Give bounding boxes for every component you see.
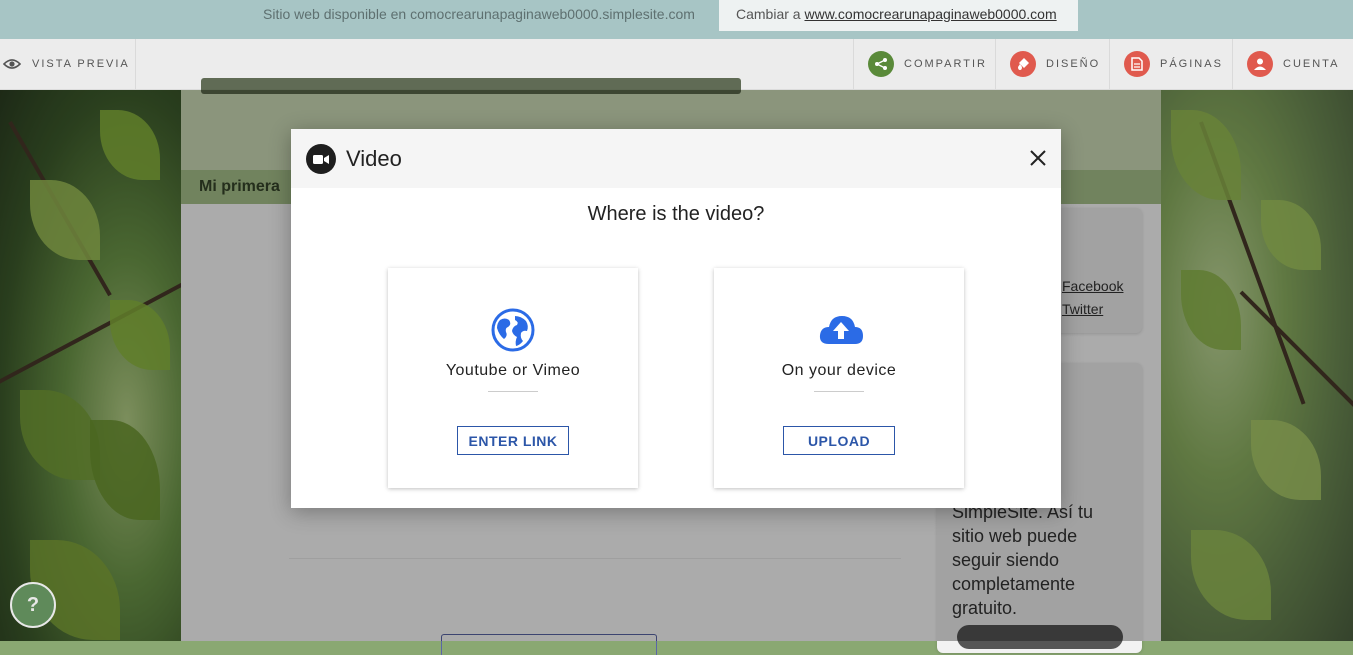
design-label: DISEÑO	[1046, 58, 1101, 70]
upload-button[interactable]: UPLOAD	[783, 426, 895, 455]
page-icon	[1124, 51, 1150, 77]
account-button[interactable]: CUENTA	[1232, 39, 1353, 89]
change-domain-prefix: Cambiar a	[736, 6, 801, 22]
cloud-upload-icon	[817, 308, 863, 352]
preview-button[interactable]: VISTA PREVIA	[0, 39, 136, 89]
video-camera-icon	[306, 144, 336, 174]
option-label: Youtube or Vimeo	[445, 362, 581, 379]
pages-button[interactable]: PÁGINAS	[1109, 39, 1232, 89]
option-divider	[488, 391, 538, 392]
share-label: COMPARTIR	[904, 58, 987, 70]
globe-icon	[491, 308, 535, 352]
option-label: On your device	[781, 362, 897, 379]
account-label: CUENTA	[1283, 58, 1340, 70]
change-domain-link[interactable]: www.comocrearunapaginaweb0000.com	[804, 6, 1056, 22]
site-available-bar: Sitio web disponible en comocrearunapagi…	[0, 0, 1353, 39]
preview-label: VISTA PREVIA	[32, 58, 130, 70]
site-available-text: Sitio web disponible en comocrearunapagi…	[263, 6, 695, 22]
design-button[interactable]: DISEÑO	[995, 39, 1109, 89]
share-button[interactable]: COMPARTIR	[853, 39, 995, 89]
user-icon	[1247, 51, 1273, 77]
close-icon[interactable]	[1028, 148, 1048, 168]
option-youtube-vimeo[interactable]: Youtube or Vimeo ENTER LINK	[388, 268, 638, 488]
option-upload-device[interactable]: On your device UPLOAD	[714, 268, 964, 488]
dialog-question: Where is the video?	[587, 203, 765, 225]
pages-label: PÁGINAS	[1160, 58, 1223, 70]
change-domain-box[interactable]: Cambiar a www.comocrearunapaginaweb0000.…	[719, 0, 1078, 31]
paint-bucket-icon	[1010, 51, 1036, 77]
help-button[interactable]: ?	[10, 582, 56, 628]
dialog-header: Video	[291, 129, 1061, 188]
video-dialog: Video Where is the video? Youtube or Vim…	[291, 129, 1061, 508]
eye-icon	[3, 58, 21, 70]
share-icon	[868, 51, 894, 77]
enter-link-button[interactable]: ENTER LINK	[457, 426, 569, 455]
option-divider	[814, 391, 864, 392]
dialog-title: Video	[346, 146, 402, 171]
